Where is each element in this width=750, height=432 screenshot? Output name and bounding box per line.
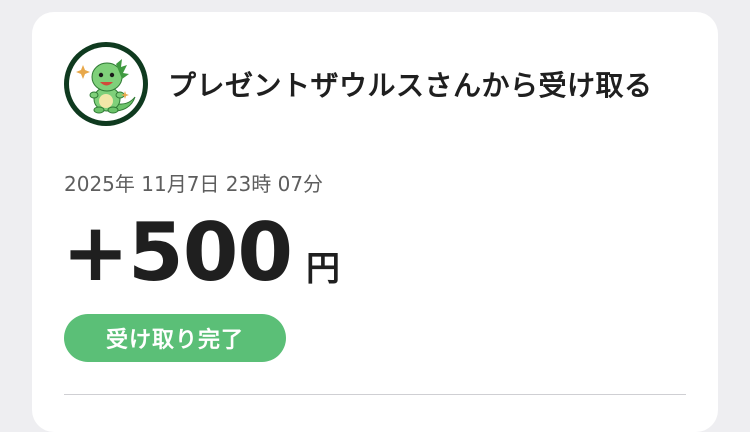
amount-value: +500	[62, 206, 293, 299]
sender-row: プレゼントザウルスさんから受け取る	[64, 42, 653, 126]
dinosaur-mascot-icon	[69, 47, 143, 121]
status-badge: 受け取り完了	[64, 314, 286, 362]
divider	[64, 394, 686, 395]
amount-row: +500 円	[62, 208, 340, 298]
sender-title: プレゼントザウルスさんから受け取る	[168, 69, 653, 102]
currency-unit: 円	[306, 249, 341, 289]
avatar	[64, 42, 148, 126]
transaction-datetime: 2025年 11月7日 23時 07分	[64, 172, 324, 196]
transaction-card: プレゼントザウルスさんから受け取る 2025年 11月7日 23時 07分 +5…	[32, 12, 718, 432]
